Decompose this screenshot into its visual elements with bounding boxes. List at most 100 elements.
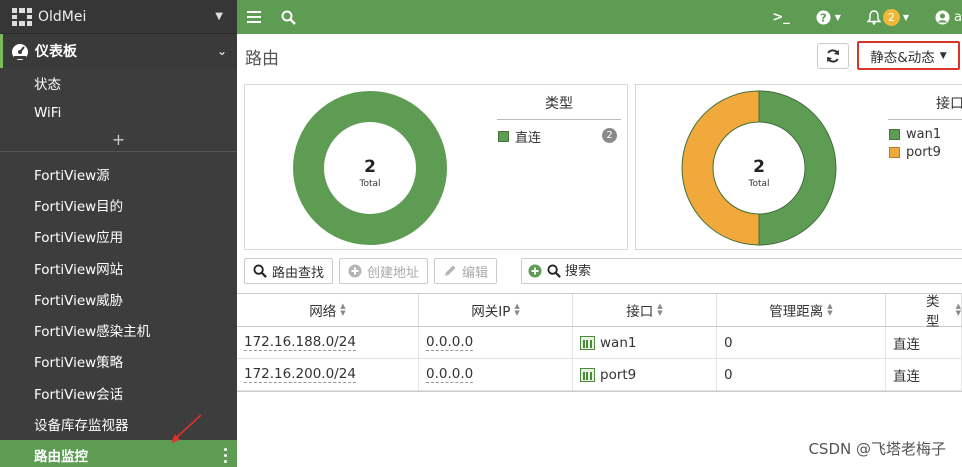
hamburger-menu-icon[interactable]	[237, 0, 271, 34]
column-header-interface[interactable]: 接口 ▲ ▼	[573, 294, 717, 326]
port-icon	[580, 335, 595, 350]
type-donut-chart: 2 Total	[293, 91, 447, 245]
edit-label: 编辑	[462, 265, 489, 281]
table-row[interactable]: 172.16.200.0/24 0.0.0.0 port9 0 直连	[237, 359, 962, 391]
table-search-box	[521, 258, 962, 284]
refresh-icon	[827, 49, 839, 63]
legend-item[interactable]: 直连	[498, 127, 541, 146]
sort-icon: ▲ ▼	[657, 302, 663, 317]
column-header-gateway[interactable]: 网关IP ▲ ▼	[419, 294, 573, 326]
device-name: OldMei	[38, 8, 87, 25]
sidebar-item-fortiview-sources[interactable]: FortiView源	[0, 158, 237, 189]
port-icon	[580, 367, 595, 382]
user-icon	[935, 10, 950, 24]
red-arrow-annotation-icon	[171, 414, 202, 443]
user-menu[interactable]: a	[935, 10, 962, 25]
caret-down-icon: ▼	[939, 50, 947, 61]
sort-icon: ▲ ▼	[955, 302, 961, 317]
chevron-down-icon[interactable]: ⌄	[217, 44, 227, 58]
legend-swatch	[889, 147, 900, 158]
add-dashboard-icon[interactable]: +	[0, 128, 237, 152]
sidebar-item-wifi[interactable]: WiFi	[0, 98, 237, 128]
sort-icon: ▲ ▼	[340, 302, 346, 317]
interface-donut-chart: 2 Total	[681, 90, 837, 246]
donut-slice-port9[interactable]	[681, 90, 760, 246]
svg-text:?: ?	[820, 11, 826, 24]
legend-label: wan1	[906, 127, 942, 142]
donut-total-value: 2	[753, 157, 765, 177]
sidebar-item-fortiview-websites[interactable]: FortiView网站	[0, 252, 237, 283]
search-icon	[547, 264, 561, 278]
routes-table: 网络 ▲ ▼ 网关IP ▲ ▼ 接口 ▲ ▼ 管理距离 ▲ ▼ 类型 ▲ ▼ 172.16.188.…	[237, 293, 962, 392]
type-cell: 直连	[893, 368, 920, 385]
legend-item[interactable]: wan1	[889, 127, 941, 142]
sidebar-header[interactable]: OldMei ▼	[0, 0, 237, 34]
refresh-button[interactable]	[817, 43, 849, 69]
sort-icon: ▲ ▼	[827, 302, 833, 317]
cli-console-icon[interactable]: >_	[772, 10, 789, 25]
legend-swatch	[889, 129, 900, 140]
sidebar-item-fortiview-destinations[interactable]: FortiView目的	[0, 189, 237, 220]
network-cell[interactable]: 172.16.200.0/24	[244, 366, 356, 383]
route-type-label: 静态&动态	[870, 49, 935, 66]
route-type-dropdown[interactable]: 静态&动态 ▼	[857, 41, 960, 70]
pencil-icon	[445, 265, 456, 276]
interface-cell: port9	[600, 366, 637, 383]
donut-total-label: Total	[747, 179, 769, 189]
search-input[interactable]	[565, 263, 945, 279]
type-legend-title: 类型	[497, 93, 621, 120]
type-cell: 直连	[893, 336, 920, 353]
search-icon[interactable]	[271, 0, 305, 34]
search-icon	[253, 264, 267, 278]
dashboard-gauge-icon	[12, 44, 28, 60]
legend-label: port9	[906, 145, 941, 160]
watermark: CSDN @飞塔老梅子	[808, 440, 946, 458]
sidebar-item-fortiview-policies[interactable]: FortiView策略	[0, 346, 237, 377]
table-toolbar: 路由查找 创建地址 编辑	[244, 258, 503, 284]
bell-icon	[866, 9, 881, 25]
create-address-button[interactable]: 创建地址	[339, 258, 429, 284]
sidebar-item-fortiview-sessions[interactable]: FortiView会话	[0, 377, 237, 408]
sidebar-item-fortiview-applications[interactable]: FortiView应用	[0, 221, 237, 252]
gateway-cell[interactable]: 0.0.0.0	[426, 334, 474, 351]
table-header: 网络 ▲ ▼ 网关IP ▲ ▼ 接口 ▲ ▼ 管理距离 ▲ ▼ 类型 ▲ ▼	[237, 293, 962, 330]
fortinet-logo-icon	[12, 7, 32, 26]
caret-down-icon[interactable]: ▼	[215, 11, 223, 22]
edit-button[interactable]: 编辑	[434, 258, 498, 284]
sidebar-item-fortiview-compromised-hosts[interactable]: FortiView感染主机	[0, 314, 237, 345]
interface-cell: wan1	[600, 334, 637, 351]
column-header-type[interactable]: 类型 ▲ ▼	[886, 294, 962, 330]
plus-circle-icon[interactable]	[528, 264, 542, 278]
more-options-icon[interactable]	[224, 446, 227, 464]
notification-badge: 2	[882, 8, 900, 26]
donut-total-label: Total	[358, 179, 380, 189]
gateway-cell[interactable]: 0.0.0.0	[426, 366, 474, 383]
interface-legend-title: 接口	[888, 93, 962, 120]
sidebar-item-fortiview-threats[interactable]: FortiView威胁	[0, 283, 237, 314]
create-address-label: 创建地址	[367, 265, 420, 281]
page-title: 路由	[245, 49, 279, 69]
distance-cell: 0	[724, 334, 733, 351]
sidebar-item-label: 路由监控	[34, 449, 88, 466]
column-header-distance[interactable]: 管理距离 ▲ ▼	[717, 294, 886, 326]
notifications-button[interactable]: 2 ▼	[866, 8, 909, 26]
route-lookup-label: 路由查找	[272, 265, 325, 281]
help-icon[interactable]: ? ▼	[816, 10, 841, 25]
interface-chart-card: 2 Total 接口 wan1 port9	[635, 84, 962, 250]
plus-circle-icon	[348, 264, 362, 278]
route-lookup-button[interactable]: 路由查找	[244, 258, 334, 284]
column-header-network[interactable]: 网络 ▲ ▼	[237, 294, 419, 326]
type-chart-card: 2 Total 类型 直连 2	[244, 84, 628, 250]
sidebar: OldMei ▼ 仪表板 ⌄ 状态 WiFi + FortiView源 Fort…	[0, 0, 237, 467]
dashboard-label: 仪表板	[35, 44, 77, 60]
table-row[interactable]: 172.16.188.0/24 0.0.0.0 wan1 0 直连	[237, 327, 962, 359]
legend-count-badge: 2	[602, 128, 617, 143]
distance-cell: 0	[724, 366, 733, 383]
network-cell[interactable]: 172.16.188.0/24	[244, 334, 356, 351]
legend-swatch	[498, 131, 509, 142]
sidebar-section-dashboard[interactable]: 仪表板 ⌄	[0, 34, 237, 68]
donut-slice-wan1[interactable]	[758, 90, 837, 246]
sidebar-item-status[interactable]: 状态	[0, 68, 237, 98]
legend-item[interactable]: port9	[889, 145, 941, 160]
donut-total-value: 2	[364, 157, 376, 177]
